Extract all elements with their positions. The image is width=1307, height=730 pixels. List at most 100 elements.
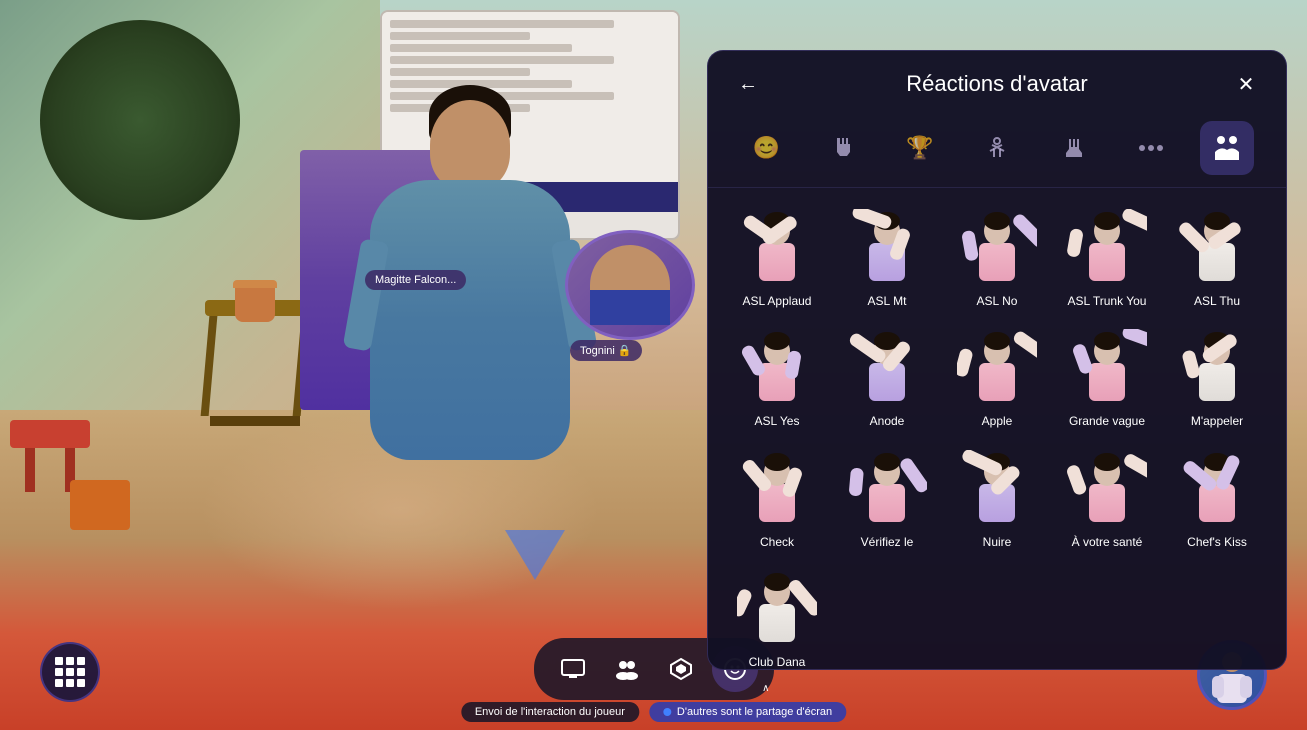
people-button[interactable] [604,646,650,692]
name-tag-right-text: Tognini 🔒 [580,345,632,357]
reaction-label-13: Nuire [983,535,1012,549]
reaction-item-5[interactable]: ASL Thu [1164,200,1270,316]
reaction-item-7[interactable]: Anode [834,320,940,436]
reaction-item-6[interactable]: ASL Yes [724,320,830,436]
table-legs [195,316,315,416]
reaction-avatar-1 [732,208,822,288]
reaction-label-7: Anode [870,414,905,428]
reaction-item-13[interactable]: Nuire [944,441,1050,557]
status-screen-share: D'autres sont le partage d'écran [649,702,846,722]
reaction-label-12: Vérifiez le [861,535,914,549]
reaction-avatar-14 [1062,449,1152,529]
video-person-body [590,245,670,325]
reaction-item-1[interactable]: ASL Applaud [724,200,830,316]
reaction-label-14: À votre santé [1072,535,1143,549]
reactions-panel: ← Réactions d'avatar ✕ 😊 🏆 [707,50,1287,670]
reaction-avatar-5 [1172,208,1262,288]
main-avatar [360,120,580,600]
reaction-avatar-8 [952,328,1042,408]
pot-rim [233,280,277,288]
video-feed-tognini [565,230,695,340]
status-bar: Envoi de l'interaction du joueur D'autre… [461,702,846,722]
blue-dot-icon [663,708,671,716]
category-tabs: 😊 🏆 [708,113,1286,188]
table-base [210,416,300,426]
reaction-label-10: M'appeler [1191,414,1243,428]
panel-close-button[interactable]: ✕ [1230,72,1262,97]
pot-body [235,288,275,322]
screen-line [390,68,530,76]
screen-line [390,56,614,64]
category-asl-selected[interactable] [1200,121,1254,175]
orange-stool [70,480,130,530]
name-tag-left-text: Magitte Falcon... [375,274,456,286]
reaction-item-4[interactable]: ASL Trunk You [1054,200,1160,316]
reaction-label-1: ASL Applaud [743,294,812,308]
side-table [195,300,315,480]
location-arrow [505,530,565,580]
category-activity[interactable] [970,121,1024,175]
screen-share-button[interactable] [550,646,596,692]
reaction-item-15[interactable]: Chef's Kiss [1164,441,1270,557]
reaction-item-9[interactable]: Grande vague [1054,320,1160,436]
reaction-label-16: Club Dana [749,655,806,668]
reaction-label-15: Chef's Kiss [1187,535,1247,549]
reaction-item-3[interactable]: ASL No [944,200,1050,316]
reaction-avatar-3 [952,208,1042,288]
reaction-item-2[interactable]: ASL Mt [834,200,940,316]
status-player-interaction: Envoi de l'interaction du joueur [461,702,639,722]
stool-top [10,420,90,448]
category-trophy[interactable]: 🏆 [893,121,947,175]
panel-title: Réactions d'avatar [764,71,1230,97]
category-emoji[interactable]: 😊 [739,121,793,175]
screen-line [390,44,572,52]
reaction-avatar-7 [842,328,932,408]
reaction-avatar-11 [732,449,822,529]
reaction-avatar-13 [952,449,1042,529]
stool-leg [25,448,35,492]
reaction-item-8[interactable]: Apple [944,320,1050,436]
reaction-label-6: ASL Yes [755,414,800,428]
reaction-label-3: ASL No [977,294,1018,308]
reaction-avatar-6 [732,328,822,408]
reaction-label-9: Grande vague [1069,414,1145,428]
reaction-item-11[interactable]: Check [724,441,830,557]
menu-grid-button[interactable] [40,642,100,702]
table-leg-left [201,316,218,416]
reaction-label-5: ASL Thu [1194,294,1240,308]
video-shirt [590,290,670,325]
avatar-torso [370,180,570,460]
reaction-label-4: ASL Trunk You [1068,294,1147,308]
panel-header: ← Réactions d'avatar ✕ [708,51,1286,113]
reaction-label-8: Apple [982,414,1013,428]
category-more[interactable] [1124,121,1178,175]
category-wave[interactable] [1047,121,1101,175]
grid-dots-icon [55,657,85,687]
avatar-head [430,100,510,190]
reaction-avatar-9 [1062,328,1152,408]
reaction-label-2: ASL Mt [868,294,907,308]
reaction-avatar-4 [1062,208,1152,288]
reaction-item-10[interactable]: M'appeler [1164,320,1270,436]
reaction-item-14[interactable]: À votre santé [1054,441,1160,557]
status-right-text: D'autres sont le partage d'écran [677,706,832,718]
panel-back-button[interactable]: ← [732,73,764,96]
status-left-text: Envoi de l'interaction du joueur [475,706,625,718]
name-tag-left: Magitte Falcon... [365,270,466,290]
apps-button[interactable] [658,646,704,692]
reaction-avatar-2 [842,208,932,288]
flower-pot [235,280,275,324]
reaction-label-11: Check [760,535,794,549]
reaction-avatar-12 [842,449,932,529]
reaction-avatar-15 [1172,449,1262,529]
reaction-avatar-10 [1172,328,1262,408]
tree-decoration [40,20,240,220]
category-hands[interactable] [816,121,870,175]
reaction-avatar-16 [732,569,822,649]
reactions-grid: ASL Applaud ASL Mt [708,188,1286,668]
screen-line [390,32,530,40]
reaction-item-12[interactable]: Vérifiez le [834,441,940,557]
reaction-item-16[interactable]: Club Dana [724,561,830,668]
screen-line [390,20,614,28]
name-tag-right: Tognini 🔒 [570,340,642,361]
